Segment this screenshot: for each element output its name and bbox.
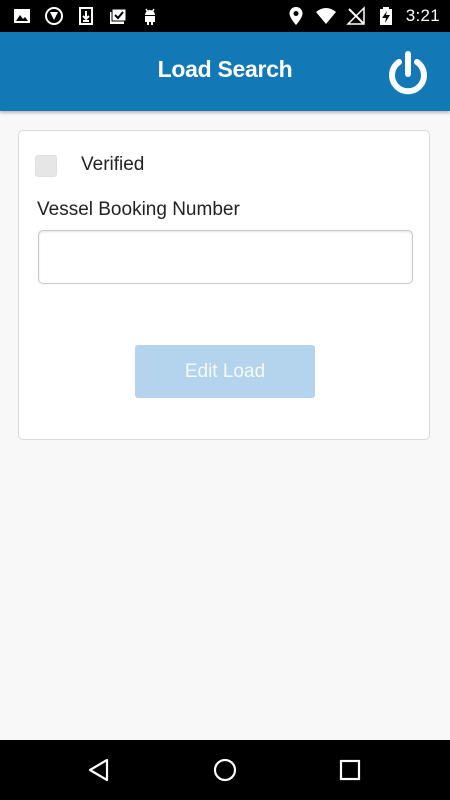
load-search-card: Verified Vessel Booking Number Edit Load — [18, 130, 430, 440]
system-icons: 3:21 — [286, 6, 440, 26]
battery-charging-icon — [379, 7, 392, 25]
wifi-icon — [315, 8, 336, 24]
home-icon[interactable] — [212, 757, 238, 783]
app-bar: Load Search — [0, 32, 450, 111]
verified-label[interactable]: Verified — [81, 154, 144, 176]
power-icon[interactable] — [384, 50, 432, 98]
clipboard-check-icon — [110, 8, 127, 24]
verified-checkbox[interactable] — [35, 155, 57, 177]
vessel-booking-number-input[interactable] — [38, 230, 413, 284]
back-icon[interactable] — [86, 757, 112, 783]
notification-icons — [12, 6, 160, 26]
vpn-shield-icon — [45, 7, 63, 25]
recents-icon[interactable] — [337, 757, 363, 783]
status-bar: 3:21 — [0, 0, 450, 32]
no-signal-icon — [345, 6, 365, 25]
navigation-bar — [0, 740, 450, 800]
android-debug-icon — [145, 8, 155, 25]
status-time: 3:21 — [405, 6, 440, 25]
page-title: Load Search — [157, 56, 293, 82]
vessel-booking-number-label: Vessel Booking Number — [37, 199, 240, 220]
image-icon — [14, 9, 30, 23]
download-icon — [79, 7, 93, 25]
edit-load-button[interactable]: Edit Load — [135, 345, 315, 398]
location-pin-icon — [289, 7, 303, 25]
